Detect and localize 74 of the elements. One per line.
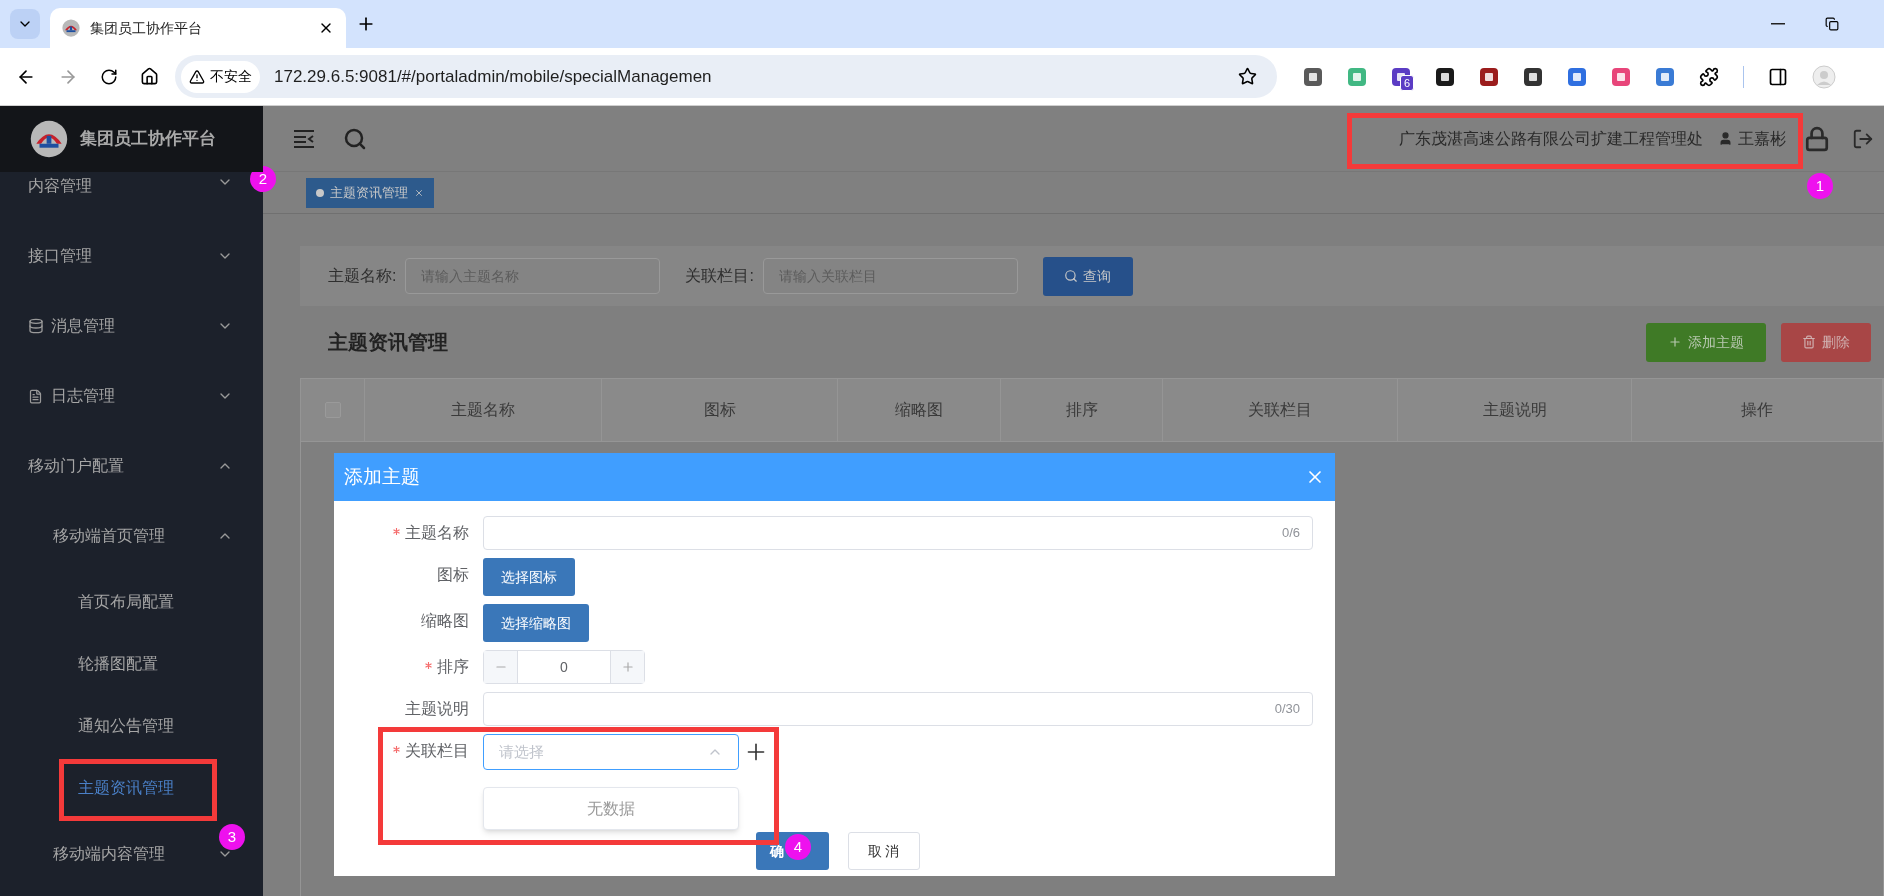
menu-fold-icon[interactable]: [293, 128, 315, 149]
sidebar-item[interactable]: 首页布局配置: [78, 590, 174, 614]
warning-icon: [189, 68, 205, 85]
sidebar-item[interactable]: 主题资讯管理: [78, 776, 174, 800]
puzzle-icon[interactable]: [1699, 66, 1719, 87]
sidebar-item[interactable]: 轮播图配置: [78, 652, 158, 676]
sidebar-item[interactable]: 移动门户配置: [28, 454, 124, 478]
choose-button[interactable]: 选择图标: [483, 558, 575, 596]
lock-icon[interactable]: [1804, 125, 1830, 152]
browser-tab-title: 集团员工协作平台: [90, 18, 203, 38]
extension-icon[interactable]: [1523, 66, 1543, 87]
restore-icon[interactable]: [1825, 17, 1839, 31]
search-label: 关联栏目:: [685, 266, 754, 286]
sidebar-item[interactable]: 消息管理: [51, 314, 115, 338]
logo-icon: [30, 120, 68, 158]
sidebar-item[interactable]: 内容管理: [28, 174, 92, 198]
extension-icon[interactable]: [1479, 66, 1499, 87]
search-icon: [1064, 269, 1079, 283]
column-header: 操作: [1632, 379, 1883, 441]
query-button[interactable]: 查询: [1042, 256, 1133, 296]
user-name: 王嘉彬: [1738, 128, 1786, 149]
column-header: 关联栏目: [1163, 379, 1398, 441]
column-header: 缩略图: [838, 379, 1001, 441]
extension-badge: 6: [1400, 74, 1415, 91]
logout-icon[interactable]: [1852, 127, 1874, 150]
organization-name: 广东茂湛高速公路有限公司扩建工程管理处: [1399, 128, 1703, 149]
database-icon: [28, 318, 44, 334]
character-counter: 0/6: [1281, 524, 1300, 543]
minimize-icon[interactable]: [1771, 23, 1785, 25]
dot-icon: [316, 188, 324, 197]
favicon-icon: [62, 19, 80, 37]
home-icon[interactable]: [140, 67, 159, 86]
sidebar-item[interactable]: 移动端首页管理: [53, 524, 165, 548]
column-header: 主题名称: [365, 379, 602, 441]
sidebar-item[interactable]: 接口管理: [28, 244, 92, 268]
url-text: 172.29.6.5:9081/#/portaladmin/mobile/specialManagemen: [274, 65, 713, 88]
field-label: 关联栏目: [405, 741, 469, 761]
app-name: 集团员工协作平台: [80, 128, 216, 151]
extension-icon[interactable]: [1435, 66, 1455, 87]
field-label: 图标: [437, 565, 469, 585]
search-label: 主题名称:: [328, 266, 397, 286]
side-panel-icon[interactable]: [1768, 66, 1788, 87]
reload-icon[interactable]: [100, 67, 118, 86]
user-icon: [1718, 131, 1733, 146]
sidebar-item[interactable]: 移动端内容管理: [53, 842, 165, 866]
trash-icon: [1802, 335, 1816, 349]
number-value: 0: [559, 657, 569, 677]
choose-button[interactable]: 选择缩略图: [483, 604, 589, 642]
column-header: 图标: [602, 379, 838, 441]
field-label: 主题说明: [405, 699, 469, 719]
page-title: 主题资讯管理: [328, 330, 449, 355]
browser-tab[interactable]: 集团员工协作平台: [50, 8, 346, 48]
select-placeholder: 请选择: [499, 741, 545, 762]
search-icon[interactable]: [343, 126, 367, 151]
character-counter: 0/30: [1274, 700, 1300, 719]
address-bar[interactable]: 不安全 172.29.6.5:9081/#/portaladmin/mobile/specialManagemen: [175, 55, 1277, 98]
field-label: 主题名称: [405, 523, 469, 543]
plus-icon: [1668, 335, 1682, 349]
tab-list-button[interactable]: [10, 9, 40, 39]
column-header: 主题说明: [1398, 379, 1632, 441]
field-label: 排序: [437, 657, 469, 677]
sidebar-item[interactable]: 通知公告管理: [78, 714, 174, 738]
document-icon: [28, 388, 43, 404]
security-chip[interactable]: 不安全: [181, 60, 260, 93]
sidebar-item[interactable]: 日志管理: [51, 384, 115, 408]
field-label: 缩略图: [421, 611, 469, 631]
extension-icon[interactable]: [1303, 66, 1323, 87]
dialog-title: 添加主题: [344, 464, 421, 489]
page-tab[interactable]: 主题资讯管理: [306, 177, 434, 208]
security-label: 不安全: [210, 67, 252, 86]
bookmark-star-icon[interactable]: [1238, 67, 1257, 86]
column-header: 排序: [1001, 379, 1163, 441]
cancel-button[interactable]: 取 消: [847, 832, 920, 870]
empty-text: 无数据: [587, 798, 635, 819]
